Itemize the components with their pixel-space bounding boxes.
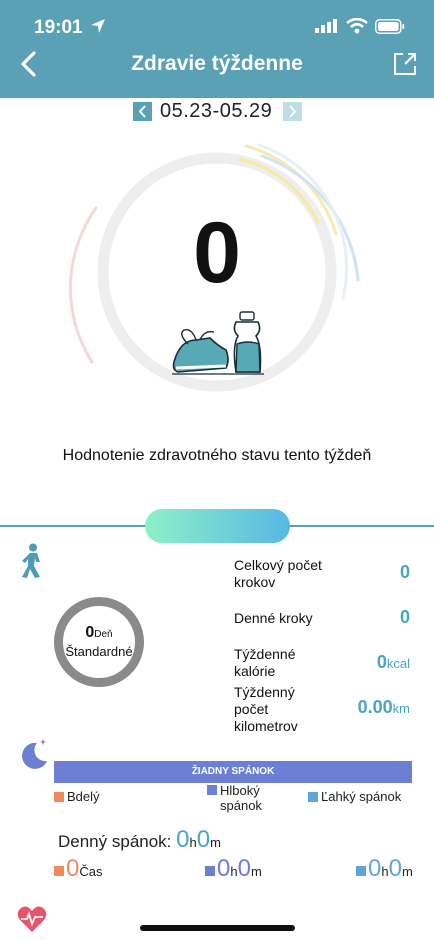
sleep-awake-time: 0Čas — [54, 855, 102, 883]
battery-icon — [375, 19, 405, 34]
sleep-bar: ŽIADNY SPÁNOK — [54, 761, 412, 783]
stat-value-daily-steps: 0 — [399, 607, 410, 627]
legend-deep: Hlboký spánok — [207, 783, 286, 813]
app-header: 19:01 Zdravie týždenne — [0, 0, 434, 98]
share-icon[interactable] — [392, 51, 418, 77]
week-range: 05.23-05.29 — [160, 100, 273, 122]
stat-label-weekly-km: Týždenný počet kilometrov — [234, 684, 298, 734]
location-arrow-icon — [91, 19, 105, 33]
signal-icon — [315, 19, 337, 33]
stat-value-weekly-km: 0.00km — [357, 697, 410, 717]
legend-swatch-awake — [54, 792, 64, 802]
status-time: 19:01 — [34, 17, 83, 38]
light-swatch — [356, 866, 366, 876]
heart-icon — [17, 906, 47, 932]
home-indicator[interactable] — [140, 925, 295, 931]
chevron-left-icon — [138, 105, 146, 118]
stat-label-total-steps: Celkový počet krokov — [234, 557, 322, 590]
walking-icon — [22, 543, 40, 578]
sleep-light-time: 0h0m — [356, 855, 413, 883]
legend-light: Ľahký spánok — [308, 789, 401, 804]
moon-icon — [22, 739, 47, 769]
shoe-bottle-icon — [172, 311, 264, 375]
stat-label-weekly-calories: Týždenné kalórie — [234, 646, 296, 679]
donut-label: Štandardné — [65, 644, 133, 659]
steps-donut — [54, 597, 144, 687]
stat-label-daily-steps: Denné kroky — [234, 610, 313, 626]
prev-week-button[interactable] — [133, 102, 152, 121]
deep-swatch — [205, 866, 215, 876]
donut-value: 0Deň — [85, 624, 113, 641]
page-title: Zdravie týždenne — [131, 52, 303, 75]
stat-value-total-steps: 0 — [399, 562, 410, 582]
sleep-deep-time: 0h0m — [205, 855, 262, 883]
chevron-right-icon — [289, 105, 297, 118]
legend-swatch-deep — [207, 785, 217, 795]
awake-swatch — [54, 866, 64, 876]
daily-sleep: Denný spánok: 0h0m — [58, 826, 221, 853]
legend-awake: Bdelý — [54, 789, 100, 804]
wifi-icon — [346, 18, 368, 34]
stat-value-weekly-calories: 0kcal — [376, 652, 410, 672]
health-score-value: 0 — [193, 205, 241, 301]
next-week-button[interactable] — [283, 102, 302, 121]
section-pill — [145, 509, 290, 543]
legend-swatch-light — [308, 792, 318, 802]
score-caption: Hodnotenie zdravotného stavu tento týžde… — [62, 447, 372, 464]
